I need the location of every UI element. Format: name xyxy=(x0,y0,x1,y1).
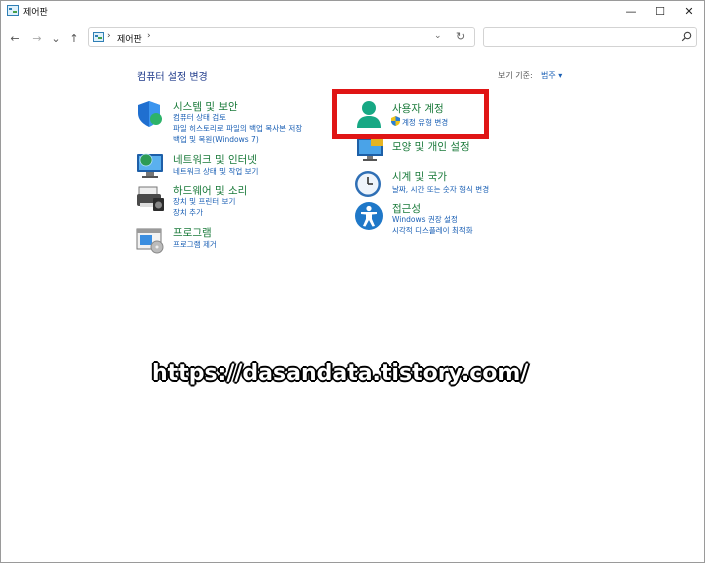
category-title[interactable]: 네트워크 및 인터넷 xyxy=(173,152,257,167)
link-uninstall-program[interactable]: 프로그램 제거 xyxy=(173,239,217,250)
uac-shield-icon xyxy=(391,116,400,126)
breadcrumb-separator: › xyxy=(107,31,111,41)
link-devices-printers[interactable]: 장치 및 프린터 보기 xyxy=(173,196,235,207)
title-bar: 제어판 — ☐ ✕ xyxy=(1,1,704,21)
network-globe-icon[interactable] xyxy=(136,151,166,181)
address-dropdown-icon[interactable]: ⌄ xyxy=(434,31,442,41)
address-bar[interactable]: › 제어판 › ⌄ ↻ xyxy=(88,27,475,47)
up-button[interactable]: ↑ xyxy=(66,30,82,46)
shield-icon[interactable] xyxy=(136,98,166,128)
back-button[interactable]: ← xyxy=(7,30,23,46)
category-title[interactable]: 시계 및 국가 xyxy=(392,169,447,184)
arrow-left-icon: ← xyxy=(10,31,20,45)
link-change-account-type[interactable]: 계정 유형 변경 xyxy=(402,117,448,128)
search-input[interactable] xyxy=(483,27,697,47)
maximize-icon: ☐ xyxy=(655,4,665,18)
recent-locations-button[interactable]: ⌄ xyxy=(48,30,64,46)
category-title[interactable]: 프로그램 xyxy=(173,225,212,240)
close-button[interactable]: ✕ xyxy=(675,1,703,21)
minimize-icon: — xyxy=(625,4,637,18)
category-title[interactable]: 모양 및 개인 설정 xyxy=(392,139,470,154)
minimize-button[interactable]: — xyxy=(617,1,645,21)
link-date-time-format[interactable]: 날짜, 시간 또는 숫자 형식 변경 xyxy=(392,184,489,195)
arrow-right-icon: → xyxy=(32,31,42,45)
search-icon[interactable] xyxy=(681,31,692,42)
link-optimize-display[interactable]: 시각적 디스플레이 최적화 xyxy=(392,225,473,236)
category-title[interactable]: 사용자 계정 xyxy=(392,101,444,116)
forward-button[interactable]: → xyxy=(29,30,45,46)
view-by-label: 보기 기준: xyxy=(498,71,533,80)
link-backup-restore[interactable]: 백업 및 복원(Windows 7) xyxy=(173,134,259,145)
control-panel-icon xyxy=(7,5,19,16)
refresh-icon[interactable]: ↻ xyxy=(456,30,465,43)
link-review-status[interactable]: 컴퓨터 상태 검토 xyxy=(173,112,226,123)
chevron-down-icon: ⌄ xyxy=(51,31,61,45)
link-windows-recommended[interactable]: Windows 권장 설정 xyxy=(392,214,458,225)
accessibility-icon[interactable] xyxy=(354,201,384,231)
maximize-button[interactable]: ☐ xyxy=(646,1,674,21)
control-panel-window: 제어판 — ☐ ✕ ← → ⌄ ↑ › 제어판 › ⌄ ↻ 컴퓨터 설정 변경 … xyxy=(0,0,705,563)
link-add-device[interactable]: 장치 추가 xyxy=(173,207,203,218)
page-title: 컴퓨터 설정 변경 xyxy=(137,72,208,83)
arrow-up-icon: ↑ xyxy=(69,31,79,45)
window-title: 제어판 xyxy=(23,8,48,18)
watermark-text: https://dasandata.tistory.com/ xyxy=(152,361,529,386)
link-network-status[interactable]: 네트워크 상태 및 작업 보기 xyxy=(173,166,258,177)
control-panel-icon xyxy=(93,32,104,42)
printer-icon[interactable] xyxy=(136,183,166,213)
breadcrumb-separator[interactable]: › xyxy=(147,31,151,41)
close-icon: ✕ xyxy=(684,4,694,18)
user-icon[interactable] xyxy=(354,99,384,129)
clock-icon[interactable] xyxy=(354,168,384,198)
breadcrumb-control-panel[interactable]: 제어판 xyxy=(117,32,142,45)
view-by-dropdown[interactable]: 범주 ▾ xyxy=(541,70,562,81)
programs-icon[interactable] xyxy=(136,225,166,255)
link-file-history[interactable]: 파일 히스토리로 파일의 백업 복사본 저장 xyxy=(173,123,302,134)
appearance-monitor-icon[interactable] xyxy=(356,136,386,166)
